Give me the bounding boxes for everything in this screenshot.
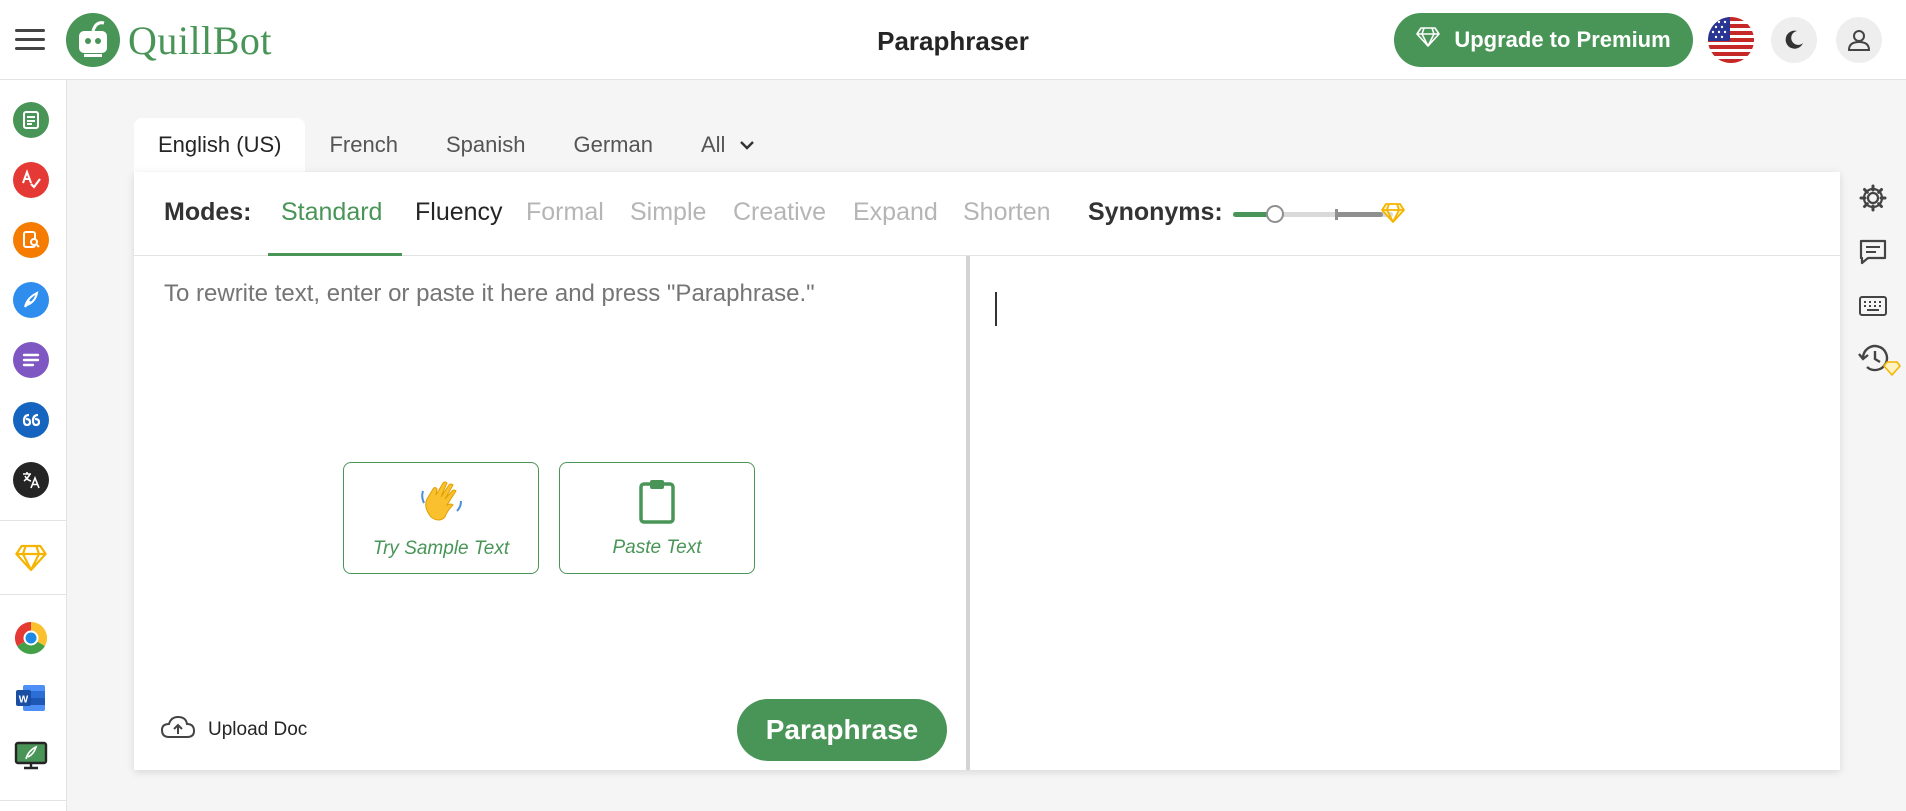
modes-label: Modes: <box>164 198 252 226</box>
chrome-icon[interactable] <box>13 620 49 656</box>
sidebar-divider <box>0 520 67 521</box>
input-placeholder: To rewrite text, enter or paste it here … <box>164 280 815 307</box>
tab-french[interactable]: French <box>305 118 421 172</box>
synonyms-slider[interactable] <box>1233 203 1405 223</box>
paste-text-label: Paste Text <box>612 536 702 558</box>
citation-generator-icon[interactable] <box>13 402 49 438</box>
slider-tick <box>1335 209 1338 220</box>
upload-doc-button[interactable]: Upload Doc <box>160 714 307 746</box>
diamond-icon <box>1416 26 1441 54</box>
top-header: QuillBot Paraphraser Upgrade to Premium <box>0 0 1906 80</box>
mode-simple[interactable]: Simple <box>630 198 706 227</box>
diamond-icon <box>1381 202 1405 229</box>
upload-doc-label: Upload Doc <box>208 719 308 740</box>
tab-spanish[interactable]: Spanish <box>422 118 550 172</box>
keyboard-icon[interactable] <box>1857 290 1889 322</box>
settings-icon[interactable] <box>1857 182 1889 214</box>
mode-standard[interactable]: Standard <box>281 198 382 227</box>
try-sample-text-button[interactable]: Try Sample Text <box>343 462 539 574</box>
upgrade-to-premium-button[interactable]: Upgrade to Premium <box>1394 13 1693 67</box>
feedback-icon[interactable] <box>1857 236 1889 268</box>
active-mode-underline <box>268 253 402 256</box>
tab-german[interactable]: German <box>549 118 676 172</box>
moon-icon[interactable] <box>1771 17 1817 63</box>
word-icon[interactable]: W <box>13 680 49 716</box>
summarizer-icon[interactable] <box>13 342 49 378</box>
desktop-app-icon[interactable] <box>13 738 49 774</box>
paraphraser-card: Modes: Standard Fluency Formal Simple Cr… <box>134 172 1840 770</box>
upgrade-label: Upgrade to Premium <box>1454 27 1671 52</box>
diamond-icon[interactable] <box>13 540 49 576</box>
tab-all-languages[interactable]: All <box>677 118 779 172</box>
paste-text-button[interactable]: Paste Text <box>559 462 755 574</box>
grammar-checker-icon[interactable] <box>13 162 49 198</box>
mode-formal[interactable]: Formal <box>526 198 604 227</box>
cloud-upload-icon <box>160 714 196 746</box>
mode-shorten[interactable]: Shorten <box>963 198 1051 227</box>
slider-locked-range <box>1335 212 1383 217</box>
chevron-down-icon <box>739 140 755 150</box>
history-icon[interactable] <box>1857 344 1901 376</box>
mode-creative[interactable]: Creative <box>733 198 826 227</box>
output-text-area[interactable] <box>995 292 997 326</box>
tab-english-us[interactable]: English (US) <box>134 118 306 172</box>
mode-fluency[interactable]: Fluency <box>415 198 503 227</box>
slider-thumb[interactable] <box>1266 205 1284 223</box>
modes-bar: Modes: Standard Fluency Formal Simple Cr… <box>134 172 1840 256</box>
try-sample-text-label: Try Sample Text <box>372 537 510 559</box>
clipboard-icon <box>637 478 677 529</box>
plagiarism-checker-icon[interactable] <box>13 222 49 258</box>
sidebar-divider <box>0 594 67 595</box>
language-tabs: English (US) French Spanish German All <box>134 118 779 172</box>
us-flag-icon[interactable] <box>1708 17 1754 63</box>
waving-hand-icon <box>417 477 465 530</box>
synonyms-label: Synonyms: <box>1088 198 1223 226</box>
co-writer-icon[interactable] <box>13 282 49 318</box>
paraphraser-icon[interactable] <box>13 102 49 138</box>
panel-divider <box>966 256 970 770</box>
user-icon[interactable] <box>1836 17 1882 63</box>
sidebar-divider <box>0 800 67 801</box>
tab-all-label: All <box>700 132 726 157</box>
translator-icon[interactable] <box>13 462 49 498</box>
paraphrase-button[interactable]: Paraphrase <box>737 699 947 761</box>
left-sidebar: W <box>0 80 67 811</box>
svg-text:W: W <box>19 695 29 706</box>
mode-expand[interactable]: Expand <box>853 198 938 227</box>
input-text-area[interactable]: To rewrite text, enter or paste it here … <box>164 280 944 308</box>
